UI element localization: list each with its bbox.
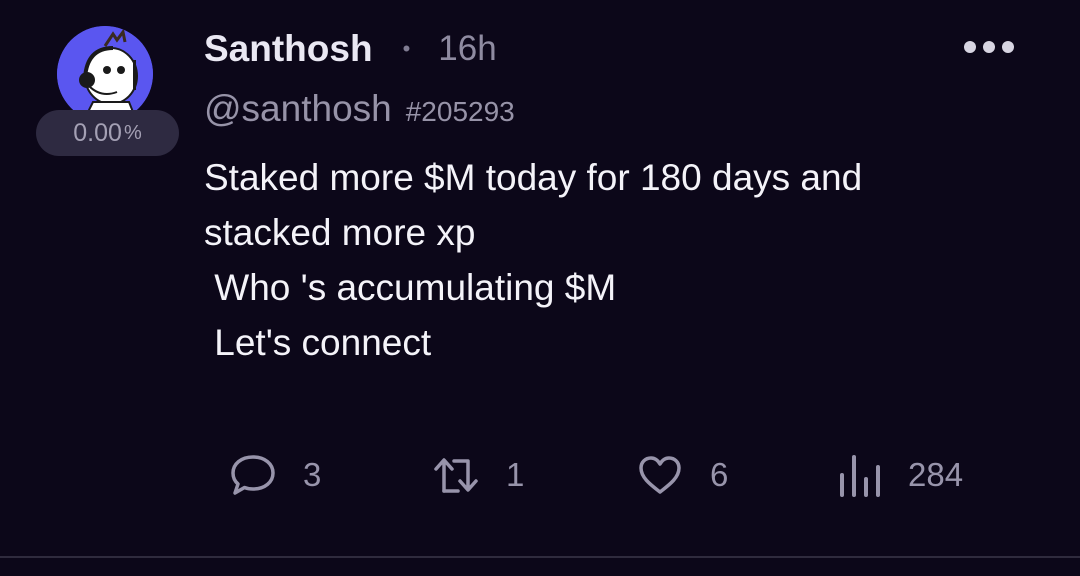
post-card[interactable]: 0.00% Santhosh • 16h @santhosh #205293 S… [0,0,1080,576]
heart-icon [639,456,681,494]
score-badge: 0.00% [36,110,179,156]
recast-count: 1 [506,456,525,493]
views-chart-icon [840,455,880,497]
recast-button[interactable]: 1 [432,450,524,500]
post-content-line: stacked more xp [204,212,476,253]
comment-icon [231,455,275,495]
score-unit: % [123,121,142,144]
more-horizontal-icon [1002,41,1014,53]
post-header: Santhosh • 16h [204,24,497,74]
cartoon-headset-avatar-icon [57,26,153,122]
post-timestamp[interactable]: 16h [438,29,496,69]
post-content-line: Let's connect [204,322,432,363]
author-handle-row: @santhosh #205293 [204,88,515,136]
more-horizontal-icon [964,41,976,53]
avatar[interactable] [57,26,153,122]
comment-count: 3 [303,456,322,493]
score-value: 0.00 [73,118,122,147]
author-display-name[interactable]: Santhosh [204,28,373,70]
author-handle[interactable]: @santhosh [204,88,392,130]
separator-dot: • [402,36,411,61]
post-content: Staked more $M today for 180 days and st… [204,150,1034,370]
more-options-button[interactable] [964,36,1014,58]
comment-button[interactable]: 3 [229,450,321,500]
views-button[interactable]: 284 [836,450,963,500]
like-count: 6 [710,456,729,493]
more-horizontal-icon [983,41,995,53]
author-fid: #205293 [405,96,515,127]
post-content-line: Who 's accumulating $M [204,267,617,308]
like-button[interactable]: 6 [636,450,728,500]
post-divider [0,556,1080,558]
recast-icon [434,458,478,493]
views-count: 284 [908,456,964,493]
post-content-line: Staked more $M today for 180 days and [204,157,863,198]
post-actions: 3 1 6 284 [0,450,1080,500]
